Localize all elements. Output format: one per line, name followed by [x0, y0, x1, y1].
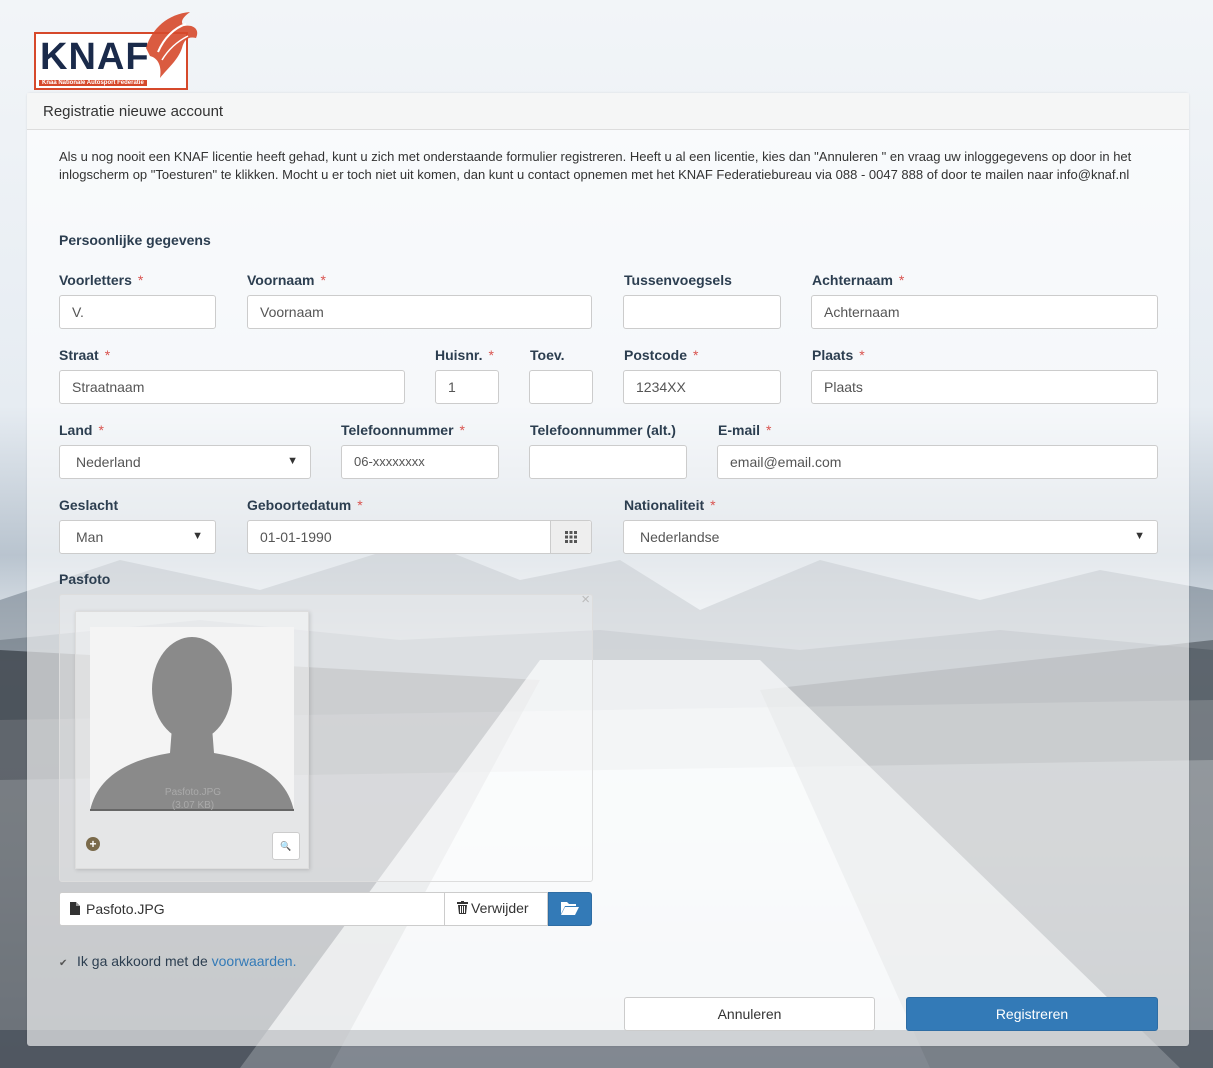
file-name-field[interactable]: Pasfoto.JPG — [59, 892, 445, 926]
avatar-placeholder — [90, 627, 294, 811]
close-icon[interactable]: × — [581, 591, 590, 608]
voornaam-input[interactable]: Voornaam — [247, 295, 592, 329]
email-label: E-mail * — [718, 422, 772, 438]
achternaam-input[interactable]: Achternaam — [811, 295, 1158, 329]
email-input[interactable]: email@email.com — [717, 445, 1158, 479]
thumb-filesize: (3.07 KB) — [171, 800, 215, 811]
browse-file-button[interactable] — [548, 892, 592, 926]
tussenvoegsels-label: Tussenvoegsels — [624, 272, 732, 288]
pasfoto-label: Pasfoto — [59, 571, 111, 587]
toev-label: Toev. — [530, 347, 565, 363]
file-name-text: Pasfoto.JPG — [86, 901, 165, 917]
voornaam-label: Voornaam * — [247, 272, 326, 288]
terms-suffix: . — [292, 953, 297, 969]
calendar-icon[interactable] — [550, 521, 591, 553]
geboortedatum-input[interactable]: 01-01-1990 — [247, 520, 592, 554]
zoom-icon[interactable]: 🔍 — [272, 832, 300, 860]
checkbox-checked-icon[interactable]: ✔ — [59, 958, 69, 969]
file-icon — [70, 902, 80, 915]
nationaliteit-select-value: Nederlandse — [640, 529, 720, 545]
register-button[interactable]: Registreren — [906, 997, 1158, 1031]
geboortedatum-label: Geboortedatum * — [247, 497, 363, 513]
horse-head-icon — [146, 12, 198, 78]
postcode-label: Postcode * — [624, 347, 699, 363]
plaats-label: Plaats * — [812, 347, 865, 363]
caret-down-icon: ▼ — [287, 455, 298, 467]
huisnr-label: Huisnr. * — [435, 347, 494, 363]
geslacht-select[interactable]: Man ▼ — [59, 520, 216, 554]
telefoon-alt-input[interactable] — [529, 445, 687, 479]
land-label: Land * — [59, 422, 104, 438]
voorletters-input[interactable]: V. — [59, 295, 216, 329]
plus-circle-icon[interactable]: + — [86, 837, 100, 851]
nationaliteit-label: Nationaliteit * — [624, 497, 716, 513]
caret-down-icon: ▼ — [1134, 530, 1145, 542]
terms-link[interactable]: voorwaarden — [212, 953, 293, 969]
knaf-logo[interactable]: KNAF Knaa Nationale Autosport Federatie — [34, 8, 204, 92]
caret-down-icon: ▼ — [192, 530, 203, 542]
remove-file-label: Verwijder — [471, 900, 529, 916]
folder-open-icon — [561, 902, 579, 915]
thumb-caption: Pasfoto.JPG (3.07 KB) — [76, 786, 310, 812]
remove-file-button[interactable]: Verwijder — [445, 892, 548, 926]
straat-input[interactable]: Straatnaam — [59, 370, 405, 404]
cancel-button[interactable]: Annuleren — [624, 997, 875, 1031]
plaats-input[interactable]: Plaats — [811, 370, 1158, 404]
section-title: Persoonlijke gegevens — [59, 232, 211, 248]
geboortedatum-value: 01-01-1990 — [260, 529, 332, 545]
achternaam-label: Achternaam * — [812, 272, 905, 288]
geslacht-label: Geslacht — [59, 497, 119, 513]
intro-text: Als u nog nooit een KNAF licentie heeft … — [59, 149, 1132, 182]
telefoon-input[interactable]: 06-xxxxxxxx — [341, 445, 499, 479]
telefoon-label: Telefoonnummer * — [341, 422, 465, 438]
photo-thumbnail: Pasfoto.JPG (3.07 KB) + 🔍 — [75, 611, 309, 869]
nationaliteit-select[interactable]: Nederlandse ▼ — [623, 520, 1158, 554]
thumb-filename: Pasfoto.JPG — [164, 787, 222, 798]
postcode-input[interactable]: 1234XX — [623, 370, 781, 404]
voorletters-label: Voorletters * — [59, 272, 144, 288]
photo-upload-zone[interactable]: × Pasfoto.JPG (3.07 KB) + 🔍 — [59, 591, 593, 882]
huisnr-input[interactable]: 1 — [435, 370, 499, 404]
logo-text: KNAF — [40, 36, 150, 78]
straat-label: Straat * — [59, 347, 111, 363]
geslacht-select-value: Man — [76, 529, 104, 545]
tussenvoegsels-input[interactable] — [623, 295, 781, 329]
telefoon-alt-label: Telefoonnummer (alt.) — [530, 422, 676, 438]
land-select-value: Nederland — [76, 454, 141, 470]
registration-panel: Registratie nieuwe account Als u nog noo… — [27, 93, 1189, 1046]
file-input-group: Pasfoto.JPG Verwijder — [59, 892, 592, 926]
terms-text: Ik ga akkoord met de — [77, 953, 212, 969]
logo-subtitle: Knaa Nationale Autosport Federatie — [39, 80, 147, 86]
person-silhouette-icon — [90, 637, 294, 811]
land-select[interactable]: Nederland ▼ — [59, 445, 311, 479]
trash-icon — [457, 901, 468, 914]
panel-title: Registratie nieuwe account — [27, 93, 1189, 130]
terms-agreement[interactable]: ✔ Ik ga akkoord met de voorwaarden. — [59, 953, 296, 969]
toev-input[interactable] — [529, 370, 593, 404]
